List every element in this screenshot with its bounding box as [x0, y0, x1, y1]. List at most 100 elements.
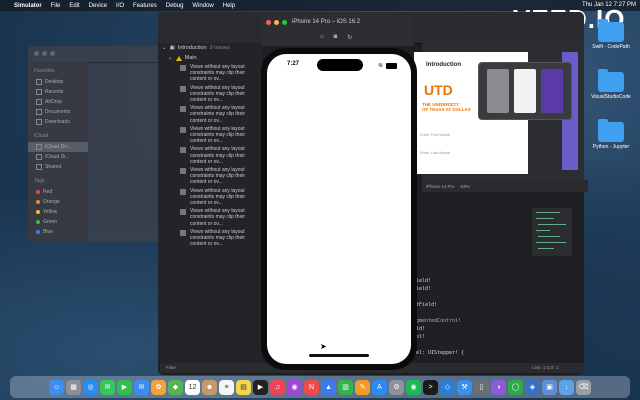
minimize-icon[interactable] [42, 51, 47, 56]
issue-text: Views without any layout constraints may… [190, 84, 246, 104]
issue-row[interactable]: Views without any layout constraints may… [158, 84, 262, 105]
cloud-icon [36, 154, 42, 160]
desktop-folder-python[interactable]: Python - Jupyter [584, 119, 638, 150]
dock-app-photos-icon[interactable]: ✿ [151, 379, 166, 395]
screenshot-icon[interactable]: ◙ [334, 34, 338, 41]
issue-row[interactable]: Views without any layout constraints may… [158, 207, 262, 228]
code-line: ld! [416, 326, 426, 332]
dock-app-numbers-icon[interactable]: ▥ [338, 379, 353, 395]
dock-app-calendar-icon[interactable]: 12 [185, 379, 200, 395]
dock-app-mail-icon[interactable]: ✉ [134, 379, 149, 395]
close-icon[interactable] [34, 51, 39, 56]
iphone-screen[interactable]: 7:27 ≋ [267, 54, 411, 364]
dock-app-terminal-icon[interactable]: > [423, 379, 438, 395]
dock-app-tv-icon[interactable]: ▶ [253, 379, 268, 395]
dock-app-reminders-icon[interactable]: ≡ [219, 379, 234, 395]
filter-field[interactable]: Filter [166, 365, 176, 370]
sidebar-item-airdrop[interactable]: AirDrop [28, 97, 88, 107]
sidebar-item-tag-yellow[interactable]: Yellow [28, 207, 88, 217]
dock-app-music-icon[interactable]: ♫ [270, 379, 285, 395]
issue-row[interactable]: Views without any layout constraints may… [158, 125, 262, 146]
issue-list: Views without any layout constraints may… [158, 63, 262, 248]
device-selector[interactable]: iPhone 14 Pro [426, 184, 455, 189]
sidebar-item-tag-green[interactable]: Green [28, 217, 88, 227]
zoom-icon[interactable] [282, 20, 287, 25]
dock-app-anaconda-icon[interactable]: ◯ [508, 379, 523, 395]
close-icon[interactable] [266, 20, 271, 25]
sidebar-item-tag-red[interactable]: Red [28, 187, 88, 197]
sidebar-item-tag-orange[interactable]: Orange [28, 197, 88, 207]
scene-thumbnail[interactable] [541, 69, 563, 113]
dock-app-xcode-icon[interactable]: ⚒ [457, 379, 472, 395]
dock-app-system-settings-icon[interactable]: ⚙ [389, 379, 404, 395]
dock-app-pages-icon[interactable]: ✎ [355, 379, 370, 395]
dock-app-github-desktop-icon[interactable]: ◑ [491, 379, 506, 395]
zoom-level[interactable]: 53% [461, 184, 470, 189]
desktop-folder-vscode[interactable]: VisualStudioCode [584, 69, 638, 100]
rotate-icon[interactable]: ↻ [347, 34, 352, 41]
scene-thumbnail[interactable] [487, 69, 509, 113]
menu-help[interactable]: Help [223, 3, 235, 9]
home-indicator[interactable] [309, 354, 369, 357]
sidebar-item-desktop[interactable]: Desktop [28, 77, 88, 87]
menu-file[interactable]: File [51, 3, 61, 9]
desktop-folder-swift[interactable]: Swift - CodePath [584, 19, 638, 50]
issue-subgroup-main[interactable]: ⌄ Main [158, 53, 262, 63]
dock-app-notes-icon[interactable]: ▤ [236, 379, 251, 395]
dock-app-preview-icon[interactable]: ▣ [542, 379, 557, 395]
dock-app-safari-icon[interactable]: ◎ [83, 379, 98, 395]
sidebar-section-favorites: Favorites [34, 68, 55, 74]
sidebar-item-downloads[interactable]: Downloads [28, 117, 88, 127]
sidebar-item-recents[interactable]: Recents [28, 87, 88, 97]
dock-app-spotify-icon[interactable]: ◉ [406, 379, 421, 395]
dock-app-python-icon[interactable]: ◈ [525, 379, 540, 395]
dock-app-podcasts-icon[interactable]: ◉ [287, 379, 302, 395]
issue-row[interactable]: Views without any layout constraints may… [158, 166, 262, 187]
dock-app-finder-icon[interactable]: ☺ [49, 379, 64, 395]
issue-group-title: Introduction [177, 45, 207, 51]
issue-group-header[interactable]: ⌄ ▣ Introduction 9 issues [158, 43, 262, 53]
issue-row[interactable]: Views without any layout constraints may… [158, 187, 262, 208]
dock-app-news-icon[interactable]: N [304, 379, 319, 395]
menu-edit[interactable]: Edit [69, 3, 79, 9]
dock-app-visual-studio-code-icon[interactable]: ◇ [440, 379, 455, 395]
code-minimap[interactable] [532, 208, 572, 256]
scene-overview-popup[interactable] [478, 62, 572, 120]
dock-app-app-store-icon[interactable]: A [372, 379, 387, 395]
sidebar-item-shared[interactable]: Shared [28, 162, 88, 172]
issue-text: Views without any layout constraints may… [190, 167, 246, 186]
issue-row[interactable]: Views without any layout constraints may… [158, 63, 262, 84]
menu-io[interactable]: I/O [116, 3, 124, 9]
sidebar-item-documents[interactable]: Documents [28, 107, 88, 117]
dock-app-keynote-icon[interactable]: ▲ [321, 379, 336, 395]
menu-features[interactable]: Features [133, 3, 157, 9]
menu-debug[interactable]: Debug [166, 3, 184, 9]
dock-app-launchpad-icon[interactable]: ▦ [66, 379, 81, 395]
dock-app-facetime-icon[interactable]: ▶ [117, 379, 132, 395]
sidebar-item-label: Desktop [45, 79, 64, 85]
menu-app-simulator[interactable]: Simulator [14, 3, 42, 9]
sidebar-item-tag-blue[interactable]: Blue [28, 227, 88, 237]
iphone-frame: 7:27 ≋ [261, 48, 417, 370]
zoom-icon[interactable] [50, 51, 55, 56]
chevron-down-icon[interactable]: ⌄ [168, 55, 173, 61]
sidebar-item-icloud-drive-2[interactable]: iCloud Dr... [28, 152, 88, 162]
home-icon[interactable]: ⌂ [320, 34, 324, 41]
chevron-down-icon[interactable]: ⌄ [162, 45, 167, 51]
sidebar-item-icloud-drive[interactable]: iCloud Dri... [28, 142, 88, 152]
dock-app-messages-icon[interactable]: ✉ [100, 379, 115, 395]
dock-app-contacts-icon[interactable]: ☻ [202, 379, 217, 395]
menu-device[interactable]: Device [89, 3, 107, 9]
issue-row[interactable]: Views without any layout constraints may… [158, 145, 262, 166]
dock-app-downloads-icon[interactable]: ↓ [559, 379, 574, 395]
minimize-icon[interactable] [274, 20, 279, 25]
folder-icon [598, 19, 624, 42]
scene-thumbnail[interactable] [514, 69, 536, 113]
dock-app-simulator-icon[interactable]: ▯ [474, 379, 489, 395]
dock-app-trash-icon[interactable]: ⌫ [576, 379, 591, 395]
issue-row[interactable]: Views without any layout constraints may… [158, 228, 262, 249]
dock-app-maps-icon[interactable]: ◆ [168, 379, 183, 395]
issue-row[interactable]: Views without any layout constraints may… [158, 104, 262, 125]
issue-icon [180, 188, 186, 195]
menu-window[interactable]: Window [192, 3, 213, 9]
